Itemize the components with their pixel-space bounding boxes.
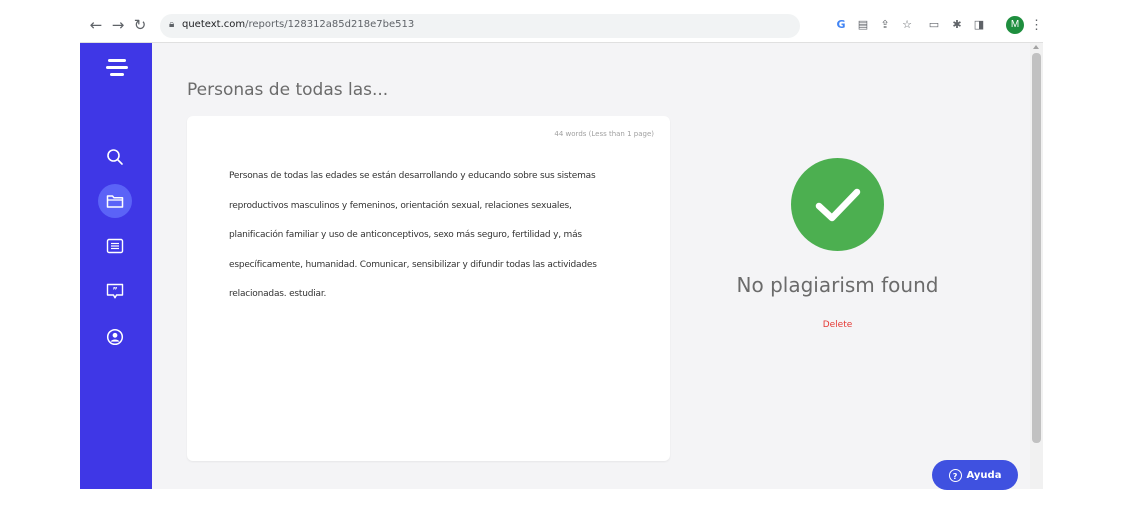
scroll-up-arrow-icon[interactable] (1033, 45, 1039, 49)
browser-menu-icon[interactable]: ⋮ (1030, 16, 1043, 34)
text-line: Personas de todas las edades se están de… (229, 171, 596, 181)
back-arrow-icon[interactable]: ← (88, 17, 104, 33)
help-label: Ayuda (966, 469, 1002, 481)
text-line: relacionadas. estudiar. (229, 289, 327, 299)
sidebar-item-citations[interactable]: ” (98, 274, 132, 308)
checkmark-icon (815, 188, 860, 221)
text-line: reproductivos masculinos y femeninos, or… (229, 200, 572, 211)
delete-link[interactable]: Delete (732, 320, 943, 330)
help-button[interactable]: ? Ayuda (932, 460, 1018, 490)
sidebar-item-search[interactable] (98, 140, 132, 174)
word-count: 44 words (Less than 1 page) (554, 130, 654, 138)
main-content: Personas de todas las... 44 words (Less … (152, 43, 1030, 490)
document-text: Personas de todas las edades se están de… (229, 162, 661, 310)
reload-icon[interactable]: ↻ (132, 17, 148, 33)
result-status: No plagiarism found (736, 273, 939, 297)
lock-icon: 🔒︎ (169, 19, 175, 30)
forward-arrow-icon[interactable]: → (110, 17, 126, 33)
url-text: quetext.com/reports/128312a85d218e7be513 (182, 19, 415, 30)
extensions-puzzle-icon[interactable]: ✱ (948, 16, 966, 34)
page-title: Personas de todas las... (187, 80, 389, 100)
google-extension-icon[interactable]: G (832, 16, 850, 34)
quote-icon: ” (106, 283, 124, 298)
sidebar-item-reports[interactable] (98, 184, 132, 218)
text-line: específicamente, humanidad. Comunicar, s… (229, 259, 597, 270)
account-icon (106, 328, 124, 346)
profile-avatar[interactable]: M (1006, 16, 1024, 34)
search-icon (107, 149, 123, 165)
document-extension-icon[interactable]: ▭ (925, 16, 943, 34)
svg-text:”: ” (112, 286, 117, 295)
scrollbar-thumb[interactable] (1032, 53, 1041, 443)
sidebar-item-list[interactable] (98, 229, 132, 263)
translate-icon[interactable]: ▤ (854, 16, 872, 34)
document-card: 44 words (Less than 1 page) Personas de … (187, 116, 670, 461)
text-line: planificación familiar y uso de anticonc… (229, 230, 582, 240)
page-scrollbar[interactable] (1030, 43, 1043, 489)
help-question-icon: ? (948, 468, 962, 482)
sidebar: ” (80, 43, 152, 489)
folder-icon (106, 195, 124, 208)
success-check-icon (791, 158, 884, 251)
quetext-logo-icon[interactable] (106, 57, 128, 79)
address-bar[interactable]: 🔒︎ quetext.com/reports/128312a85d218e7be… (160, 14, 800, 38)
sidebar-item-account[interactable] (98, 320, 132, 354)
bookmark-star-icon[interactable]: ☆ (898, 16, 916, 34)
browser-toolbar: ← → ↻ 🔒︎ quetext.com/reports/128312a85d2… (80, 10, 1043, 42)
list-icon (106, 238, 124, 254)
side-panel-icon[interactable]: ◨ (970, 16, 988, 34)
share-icon[interactable]: ⇪ (876, 16, 894, 34)
